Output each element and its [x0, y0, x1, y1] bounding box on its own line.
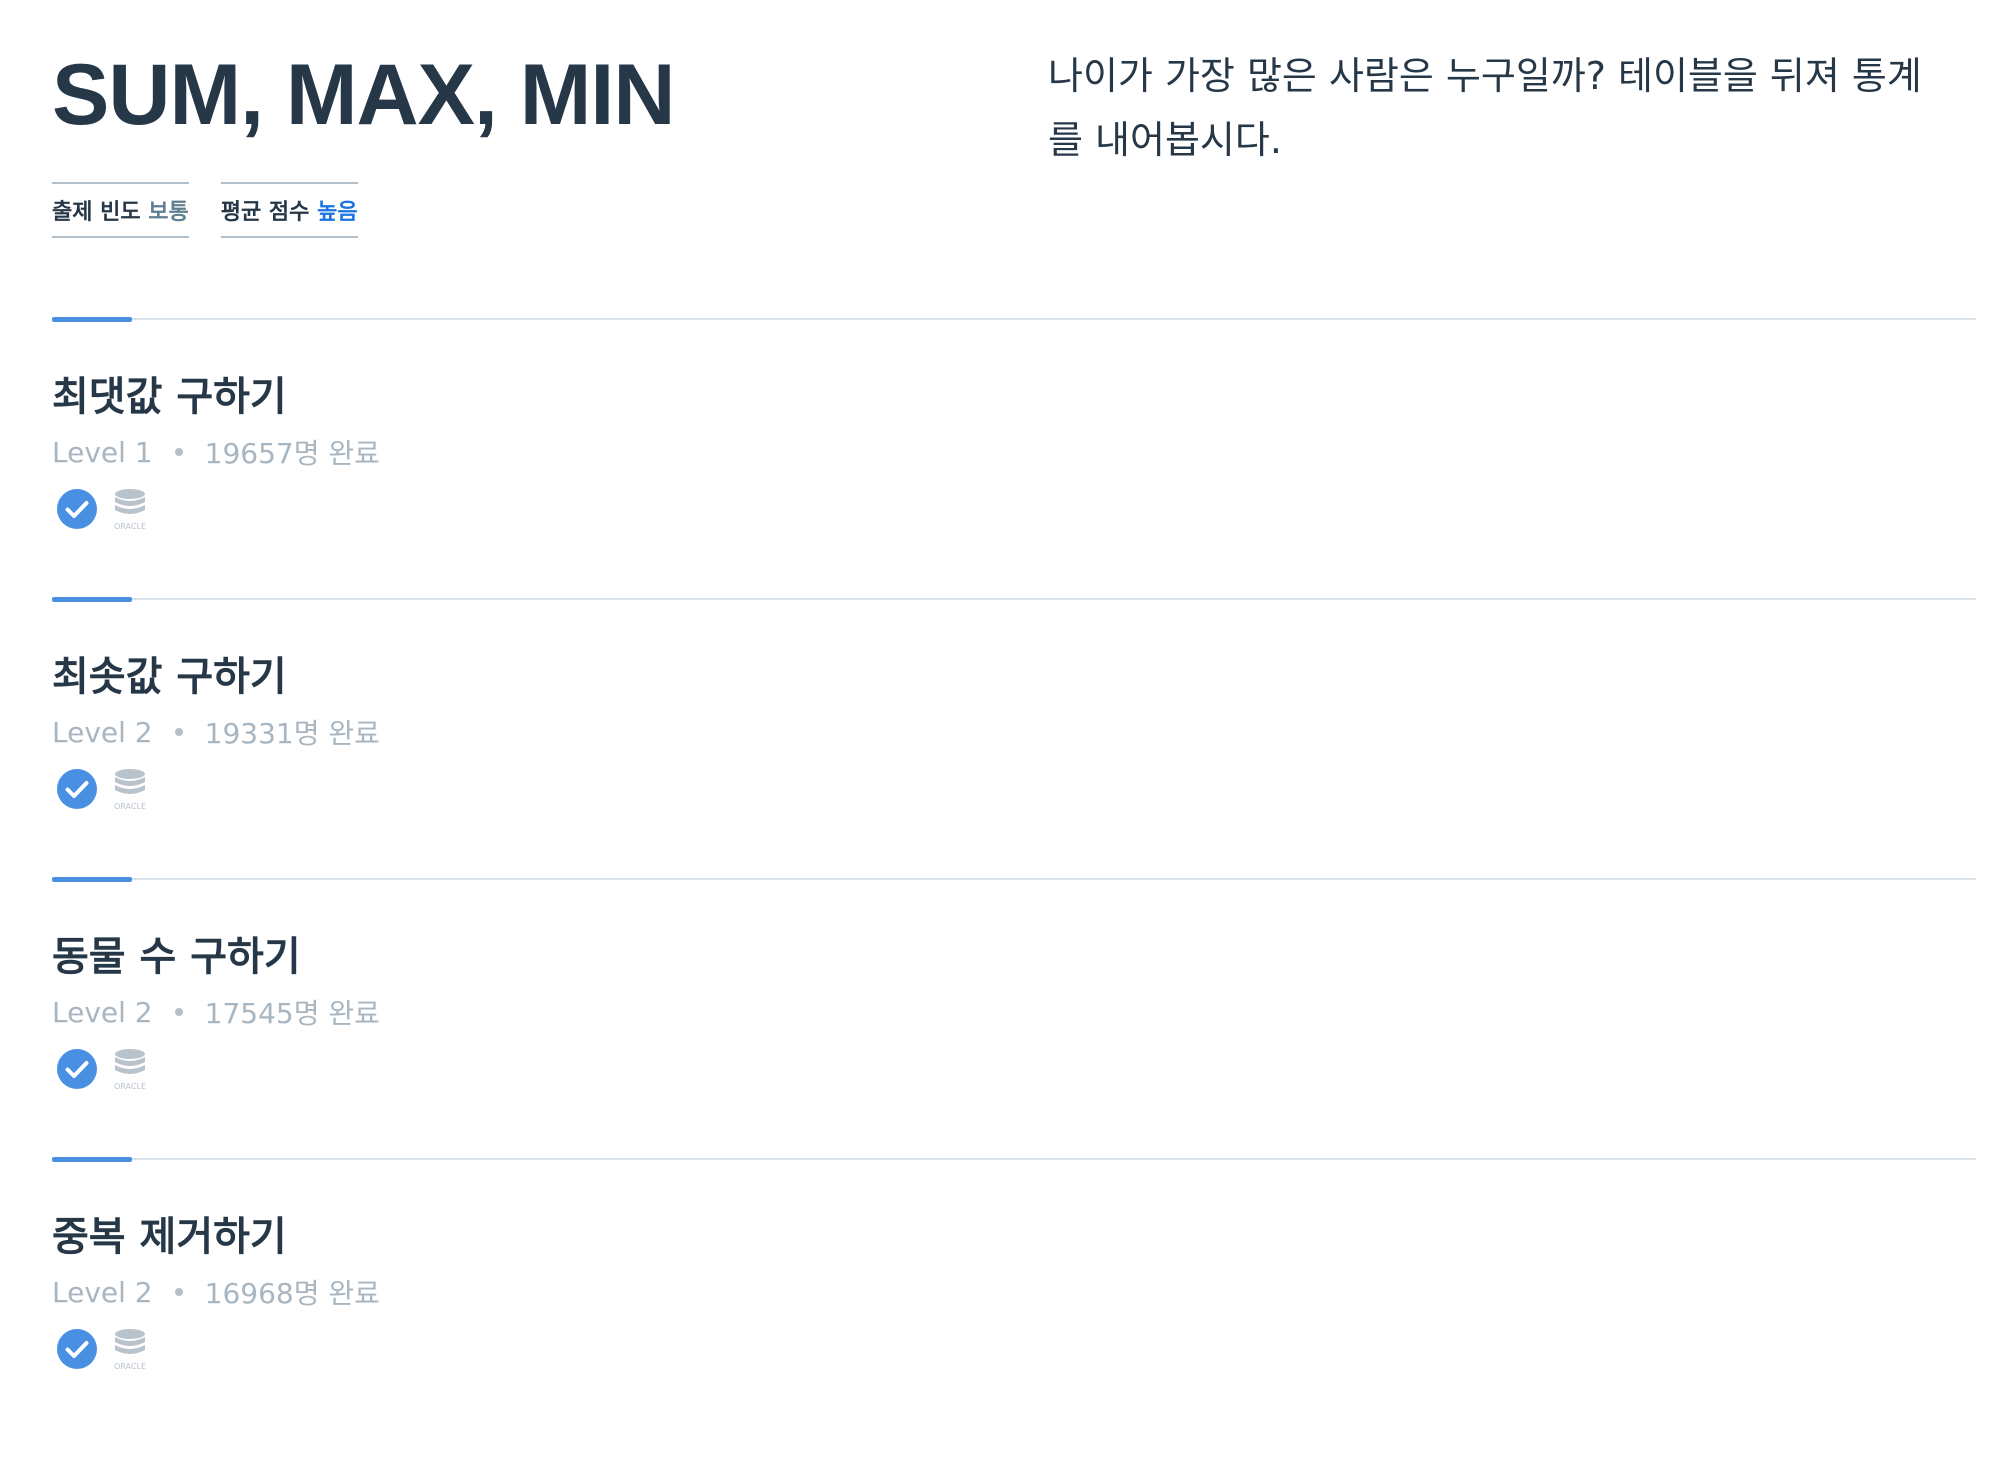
separator-dot	[174, 1008, 183, 1016]
stat-frequency-value: 보통	[148, 200, 189, 225]
page-description: 나이가 가장 많은 사람은 누구일까? 테이블을 뒤져 통계를 내어봅시다.	[1048, 54, 1922, 162]
problem-completed-count: 16968명 완료	[204, 1277, 380, 1310]
svg-text:ORACLE: ORACLE	[114, 522, 146, 531]
problem-meta: Level 2 19331명 완료	[52, 712, 380, 752]
stat-average-score-label: 평균 점수	[220, 200, 310, 225]
item-accent-bar	[52, 317, 132, 322]
separator-dot	[174, 448, 183, 456]
problem-title[interactable]: 동물 수 구하기	[52, 924, 301, 982]
stat-average-score: 평균 점수 높음	[220, 182, 358, 238]
problem-completed-count: 19657명 완료	[204, 437, 380, 470]
problem-title[interactable]: 최솟값 구하기	[52, 644, 287, 702]
stats: 출제 빈도 보통 평균 점수 높음	[52, 182, 358, 238]
problem-meta: Level 2 16968명 완료	[52, 1272, 380, 1312]
page-title: SUM, MAX, MIN	[52, 47, 675, 143]
oracle-database-icon: ORACLE	[106, 766, 154, 812]
problem-item[interactable]: 동물 수 구하기 Level 2 17545명 완료 ORACLE	[52, 877, 1976, 1158]
problem-completed-count: 19331명 완료	[204, 717, 380, 750]
page: SUM, MAX, MIN 나이가 가장 많은 사람은 누구일까? 테이블을 뒤…	[0, 0, 2006, 1476]
check-circle-icon	[56, 1328, 98, 1370]
oracle-database-icon: ORACLE	[106, 1326, 154, 1372]
svg-text:ORACLE: ORACLE	[114, 1362, 146, 1371]
problem-icons: ORACLE	[56, 766, 154, 812]
oracle-database-icon: ORACLE	[106, 486, 154, 532]
problem-list: 최댓값 구하기 Level 1 19657명 완료 ORACLE 최솟값 구하기…	[52, 317, 1976, 1438]
problem-completed-count: 17545명 완료	[204, 997, 380, 1030]
problem-icons: ORACLE	[56, 1326, 154, 1372]
problem-icons: ORACLE	[56, 1046, 154, 1092]
header: SUM, MAX, MIN 나이가 가장 많은 사람은 누구일까? 테이블을 뒤…	[52, 44, 1972, 244]
oracle-database-icon: ORACLE	[106, 1046, 154, 1092]
svg-text:ORACLE: ORACLE	[114, 1082, 146, 1091]
problem-item[interactable]: 최댓값 구하기 Level 1 19657명 완료 ORACLE	[52, 317, 1976, 598]
separator-dot	[174, 1288, 183, 1296]
problem-level: Level 2	[52, 995, 153, 1029]
stat-frequency-label: 출제 빈도	[52, 200, 141, 225]
stat-average-score-value: 높음	[317, 200, 358, 225]
problem-title[interactable]: 최댓값 구하기	[52, 364, 287, 422]
problem-meta: Level 2 17545명 완료	[52, 992, 380, 1032]
problem-meta: Level 1 19657명 완료	[52, 432, 380, 472]
check-circle-icon	[56, 1048, 98, 1090]
item-accent-bar	[52, 1157, 132, 1162]
stat-frequency: 출제 빈도 보통	[52, 182, 189, 238]
problem-level: Level 2	[52, 1275, 153, 1309]
problem-item[interactable]: 중복 제거하기 Level 2 16968명 완료 ORACLE	[52, 1157, 1976, 1438]
item-accent-bar	[52, 597, 132, 602]
problem-title[interactable]: 중복 제거하기	[52, 1204, 287, 1262]
separator-dot	[174, 728, 183, 736]
problem-level: Level 1	[52, 435, 153, 469]
problem-icons: ORACLE	[56, 486, 154, 532]
check-circle-icon	[56, 488, 98, 530]
check-circle-icon	[56, 768, 98, 810]
svg-text:ORACLE: ORACLE	[114, 802, 146, 811]
problem-item[interactable]: 최솟값 구하기 Level 2 19331명 완료 ORACLE	[52, 597, 1976, 878]
problem-level: Level 2	[52, 715, 153, 749]
item-accent-bar	[52, 877, 132, 882]
